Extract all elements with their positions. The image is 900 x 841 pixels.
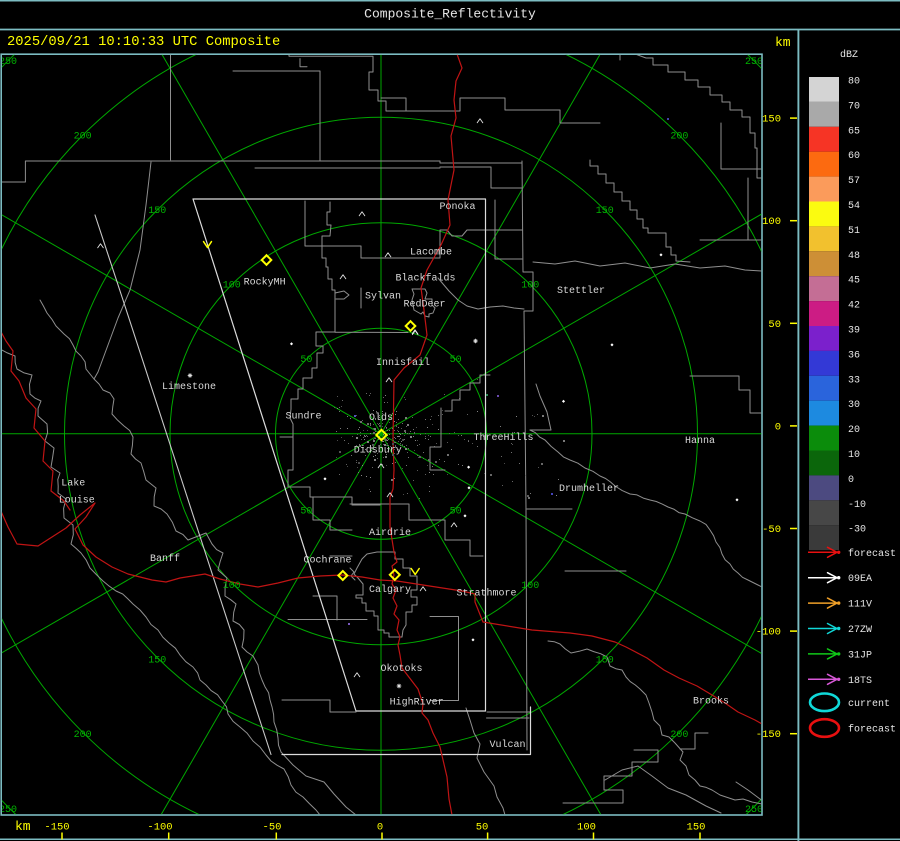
svg-text:10: 10 (848, 450, 860, 461)
svg-text:RockyMH: RockyMH (244, 276, 286, 288)
svg-text:2025/09/21 10:10:33 UTC Compos: 2025/09/21 10:10:33 UTC Composite (7, 34, 280, 50)
svg-text:50: 50 (476, 822, 489, 834)
svg-text:dBZ: dBZ (840, 49, 858, 61)
svg-text:-150: -150 (44, 822, 69, 834)
svg-text:Banff: Banff (150, 553, 180, 565)
svg-text:Vulcan: Vulcan (489, 739, 525, 751)
svg-text:31JP: 31JP (848, 650, 872, 661)
svg-text:Calgary: Calgary (369, 584, 411, 596)
svg-text:-100: -100 (147, 822, 172, 834)
svg-text:200: 200 (670, 730, 688, 741)
svg-text:42: 42 (848, 301, 860, 312)
svg-text:200: 200 (670, 131, 688, 142)
svg-text:0: 0 (377, 822, 383, 834)
svg-text:100: 100 (762, 216, 781, 228)
svg-text:150: 150 (148, 206, 166, 217)
svg-text:Composite_Reflectivity: Composite_Reflectivity (364, 7, 536, 22)
svg-text:Sundre: Sundre (285, 411, 321, 423)
svg-text:-50: -50 (762, 524, 781, 536)
svg-text:100: 100 (521, 281, 539, 292)
svg-text:18TS: 18TS (848, 676, 872, 687)
svg-text:km: km (15, 819, 31, 834)
svg-text:Louise: Louise (59, 495, 95, 507)
svg-text:Limestone: Limestone (162, 381, 216, 393)
svg-text:0: 0 (848, 475, 854, 486)
svg-text:27ZW: 27ZW (848, 625, 872, 636)
svg-text:Blackfalds: Blackfalds (395, 273, 455, 285)
svg-text:50: 50 (768, 319, 781, 331)
svg-text:Innisfail: Innisfail (376, 357, 430, 369)
svg-text:150: 150 (596, 206, 614, 217)
svg-text:200: 200 (74, 131, 92, 142)
svg-text:50: 50 (450, 506, 462, 517)
svg-text:51: 51 (848, 226, 860, 237)
svg-text:33: 33 (848, 375, 860, 386)
svg-text:250: 250 (0, 57, 17, 68)
svg-text:09EA: 09EA (848, 574, 872, 585)
svg-text:Okotoks: Okotoks (380, 663, 422, 675)
svg-text:Stettler: Stettler (557, 285, 605, 297)
svg-text:100: 100 (223, 581, 241, 592)
svg-text:60: 60 (848, 151, 860, 162)
svg-text:HighRiver: HighRiver (390, 697, 444, 709)
svg-text:50: 50 (300, 506, 312, 517)
svg-text:80: 80 (848, 77, 860, 88)
svg-text:-150: -150 (756, 729, 781, 741)
svg-text:forecast: forecast (848, 548, 896, 560)
svg-text:111V: 111V (848, 600, 872, 611)
svg-text:250: 250 (745, 805, 763, 816)
svg-text:current: current (848, 699, 890, 710)
svg-text:Airdrie: Airdrie (369, 527, 411, 539)
svg-text:km: km (775, 35, 791, 50)
svg-text:Lacombe: Lacombe (410, 247, 452, 259)
svg-text:-100: -100 (756, 627, 781, 639)
svg-text:Hanna: Hanna (685, 436, 715, 447)
svg-text:200: 200 (74, 730, 92, 741)
svg-text:150: 150 (148, 656, 166, 667)
svg-text:Brooks: Brooks (693, 696, 729, 708)
svg-text:100: 100 (577, 822, 596, 834)
svg-text:65: 65 (848, 126, 860, 137)
svg-text:150: 150 (596, 656, 614, 667)
svg-text:Sylvan: Sylvan (365, 291, 401, 303)
svg-text:forecast: forecast (848, 724, 896, 736)
svg-text:-30: -30 (848, 525, 866, 536)
svg-text:-10: -10 (848, 500, 866, 511)
svg-text:Drumheller: Drumheller (559, 483, 619, 495)
svg-text:150: 150 (762, 114, 781, 126)
svg-text:250: 250 (745, 57, 763, 68)
svg-text:ThreeHills: ThreeHills (473, 432, 533, 444)
svg-text:100: 100 (223, 281, 241, 292)
svg-text:50: 50 (300, 355, 312, 366)
svg-text:70: 70 (848, 101, 860, 112)
svg-text:150: 150 (687, 822, 706, 834)
svg-text:48: 48 (848, 251, 860, 262)
svg-text:Ponoka: Ponoka (439, 201, 475, 213)
svg-text:RedDeer: RedDeer (403, 299, 445, 311)
svg-text:Olds: Olds (369, 412, 393, 424)
svg-text:Didsbury: Didsbury (354, 444, 402, 456)
svg-text:30: 30 (848, 400, 860, 411)
svg-text:39: 39 (848, 326, 860, 337)
svg-text:-50: -50 (263, 822, 282, 834)
svg-text:57: 57 (848, 176, 860, 187)
svg-text:45: 45 (848, 276, 860, 287)
svg-text:Lake: Lake (61, 478, 85, 490)
svg-text:Cochrane: Cochrane (303, 555, 351, 567)
svg-text:0: 0 (775, 421, 781, 433)
svg-text:100: 100 (521, 581, 539, 592)
svg-text:Strathmore: Strathmore (456, 588, 516, 600)
svg-text:36: 36 (848, 350, 860, 361)
svg-text:250: 250 (0, 805, 17, 816)
svg-text:50: 50 (450, 355, 462, 366)
svg-text:20: 20 (848, 425, 860, 436)
svg-text:54: 54 (848, 201, 860, 212)
